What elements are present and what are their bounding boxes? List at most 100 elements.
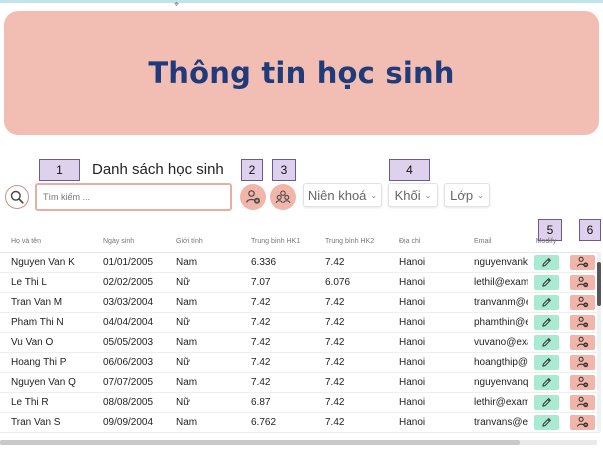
table-row[interactable]: Tran Van M 03/03/2004 Nam 7.42 7.42 Hanoi tran…: [0, 292, 600, 313]
birth-date-cell: 03/03/2004: [92, 292, 165, 313]
pencil-icon: [541, 277, 551, 287]
column-header-ho-va-ten[interactable]: Họ và tên: [0, 232, 92, 253]
delete-cell: [564, 332, 600, 353]
column-header-tb-hk1[interactable]: Trung bình HK1: [240, 232, 314, 253]
pencil-icon: [541, 377, 551, 387]
email-cell: nguyenvanq@e: [463, 372, 528, 393]
pencil-icon: [541, 357, 551, 367]
student-name-cell: Le Thi L: [0, 272, 92, 293]
avg-hk2-cell: 7.42: [314, 312, 388, 333]
table-row[interactable]: Pham Thi N 04/04/2004 Nữ 7.42 7.42 Hanoi phamt…: [0, 312, 600, 333]
edit-cell: [528, 292, 564, 313]
delete-cell: [564, 412, 600, 433]
add-student-button[interactable]: [240, 184, 266, 210]
column-header-delete: [564, 232, 600, 253]
column-header-email[interactable]: Email: [463, 232, 528, 253]
add-user-icon: [246, 190, 260, 204]
delete-button[interactable]: [569, 254, 595, 270]
edit-button[interactable]: [533, 314, 559, 330]
edit-button[interactable]: [533, 334, 559, 350]
avg-hk2-cell: 7.42: [314, 352, 388, 373]
edit-button[interactable]: [533, 414, 559, 430]
students-table-container: Họ và tên Ngày sinh Giới tính Trung bình…: [0, 232, 603, 449]
khoi-dropdown[interactable]: Khối ⌄: [388, 183, 438, 207]
edit-button[interactable]: [533, 254, 559, 270]
student-name-cell: Hoang Thi P: [0, 352, 92, 373]
edit-cell: [528, 392, 564, 413]
edit-cell: [528, 272, 564, 293]
lop-dropdown[interactable]: Lớp ⌄: [444, 183, 490, 207]
remove-user-icon: [576, 416, 588, 428]
column-header-ngay-sinh[interactable]: Ngày sinh: [92, 232, 165, 253]
address-cell: Hanoi: [388, 332, 463, 353]
group-students-button[interactable]: [270, 184, 296, 210]
delete-cell: [564, 252, 600, 273]
pencil-icon: [541, 397, 551, 407]
student-name-cell: Tran Van M: [0, 292, 92, 313]
email-cell: tranvans@exam: [463, 412, 528, 433]
edit-cell: [528, 412, 564, 433]
column-header-gioi-tinh[interactable]: Giới tính: [165, 232, 240, 253]
email-cell: tranvanm@exa: [463, 292, 528, 313]
student-name-cell: Le Thi R: [0, 392, 92, 413]
search-button[interactable]: [5, 185, 29, 209]
avg-hk1-cell: 7.42: [240, 332, 314, 353]
lop-label: Lớp: [450, 187, 474, 203]
annotation-badge-4: 4: [389, 159, 430, 181]
column-header-dia-chi[interactable]: Địa chỉ: [388, 232, 463, 253]
table-row[interactable]: Vu Van O 05/05/2003 Nam 7.42 7.42 Hanoi vuvano…: [0, 332, 600, 353]
student-name-cell: Nguyen Van Q: [0, 372, 92, 393]
edit-button[interactable]: [533, 374, 559, 390]
page-title: Thông tin học sinh: [148, 56, 455, 90]
nien-khoa-label: Niên khoá: [307, 187, 367, 203]
avg-hk1-cell: 7.07: [240, 272, 314, 293]
nien-khoa-dropdown[interactable]: Niên khoá ⌄: [303, 183, 382, 207]
remove-user-icon: [576, 376, 588, 388]
column-header-tb-hk2[interactable]: Trung bình HK2: [314, 232, 388, 253]
pencil-icon: [541, 317, 551, 327]
table-row[interactable]: Nguyen Van K 01/01/2005 Nam 6.336 7.42 Hanoi n…: [0, 252, 600, 273]
birth-date-cell: 04/04/2004: [92, 312, 165, 333]
address-cell: Hanoi: [388, 412, 463, 433]
student-name-cell: Pham Thi N: [0, 312, 92, 333]
delete-button[interactable]: [569, 374, 595, 390]
delete-cell: [564, 372, 600, 393]
delete-button[interactable]: [569, 394, 595, 410]
avg-hk1-cell: 7.42: [240, 352, 314, 373]
student-name-cell: Nguyen Van K: [0, 252, 92, 273]
delete-button[interactable]: [569, 334, 595, 350]
email-cell: nguyenvank@e: [463, 252, 528, 273]
table-header-row: Họ và tên Ngày sinh Giới tính Trung bình…: [0, 232, 600, 253]
vertical-scrollbar-thumb[interactable]: [597, 262, 601, 306]
delete-button[interactable]: [569, 354, 595, 370]
table-row[interactable]: Tran Van S 09/09/2004 Nam 6.762 7.42 Hanoi tra…: [0, 412, 600, 433]
edit-button[interactable]: [533, 274, 559, 290]
section-title: Danh sách học sinh: [92, 161, 224, 178]
avg-hk2-cell: 7.42: [314, 332, 388, 353]
edit-cell: [528, 252, 564, 273]
users-icon: [275, 190, 291, 204]
avg-hk1-cell: 7.42: [240, 372, 314, 393]
pencil-icon: [541, 337, 551, 347]
table-row[interactable]: Le Thi L 02/02/2005 Nữ 7.07 6.076 Hanoi lethil…: [0, 272, 600, 293]
table-row[interactable]: Le Thi R 08/08/2005 Nữ 6.87 7.42 Hanoi lethir@…: [0, 392, 600, 413]
birth-date-cell: 08/08/2005: [92, 392, 165, 413]
search-input[interactable]: [35, 183, 232, 211]
delete-button[interactable]: [569, 414, 595, 430]
horizontal-scrollbar-thumb[interactable]: [0, 440, 520, 445]
annotation-badge-1: 1: [39, 159, 80, 181]
table-row[interactable]: Nguyen Van Q 07/07/2005 Nam 7.42 7.42 Hanoi ng…: [0, 372, 600, 393]
edit-button[interactable]: [533, 354, 559, 370]
table-row[interactable]: Hoang Thi P 06/06/2003 Nữ 7.42 7.42 Hanoi hoan…: [0, 352, 600, 373]
edit-button[interactable]: [533, 294, 559, 310]
delete-button[interactable]: [569, 274, 595, 290]
gender-cell: Nam: [165, 332, 240, 353]
search-icon: [10, 190, 24, 204]
birth-date-cell: 05/05/2003: [92, 332, 165, 353]
address-cell: Hanoi: [388, 352, 463, 373]
pencil-icon: [541, 297, 551, 307]
delete-cell: [564, 392, 600, 413]
delete-button[interactable]: [569, 294, 595, 310]
edit-button[interactable]: [533, 394, 559, 410]
delete-button[interactable]: [569, 314, 595, 330]
